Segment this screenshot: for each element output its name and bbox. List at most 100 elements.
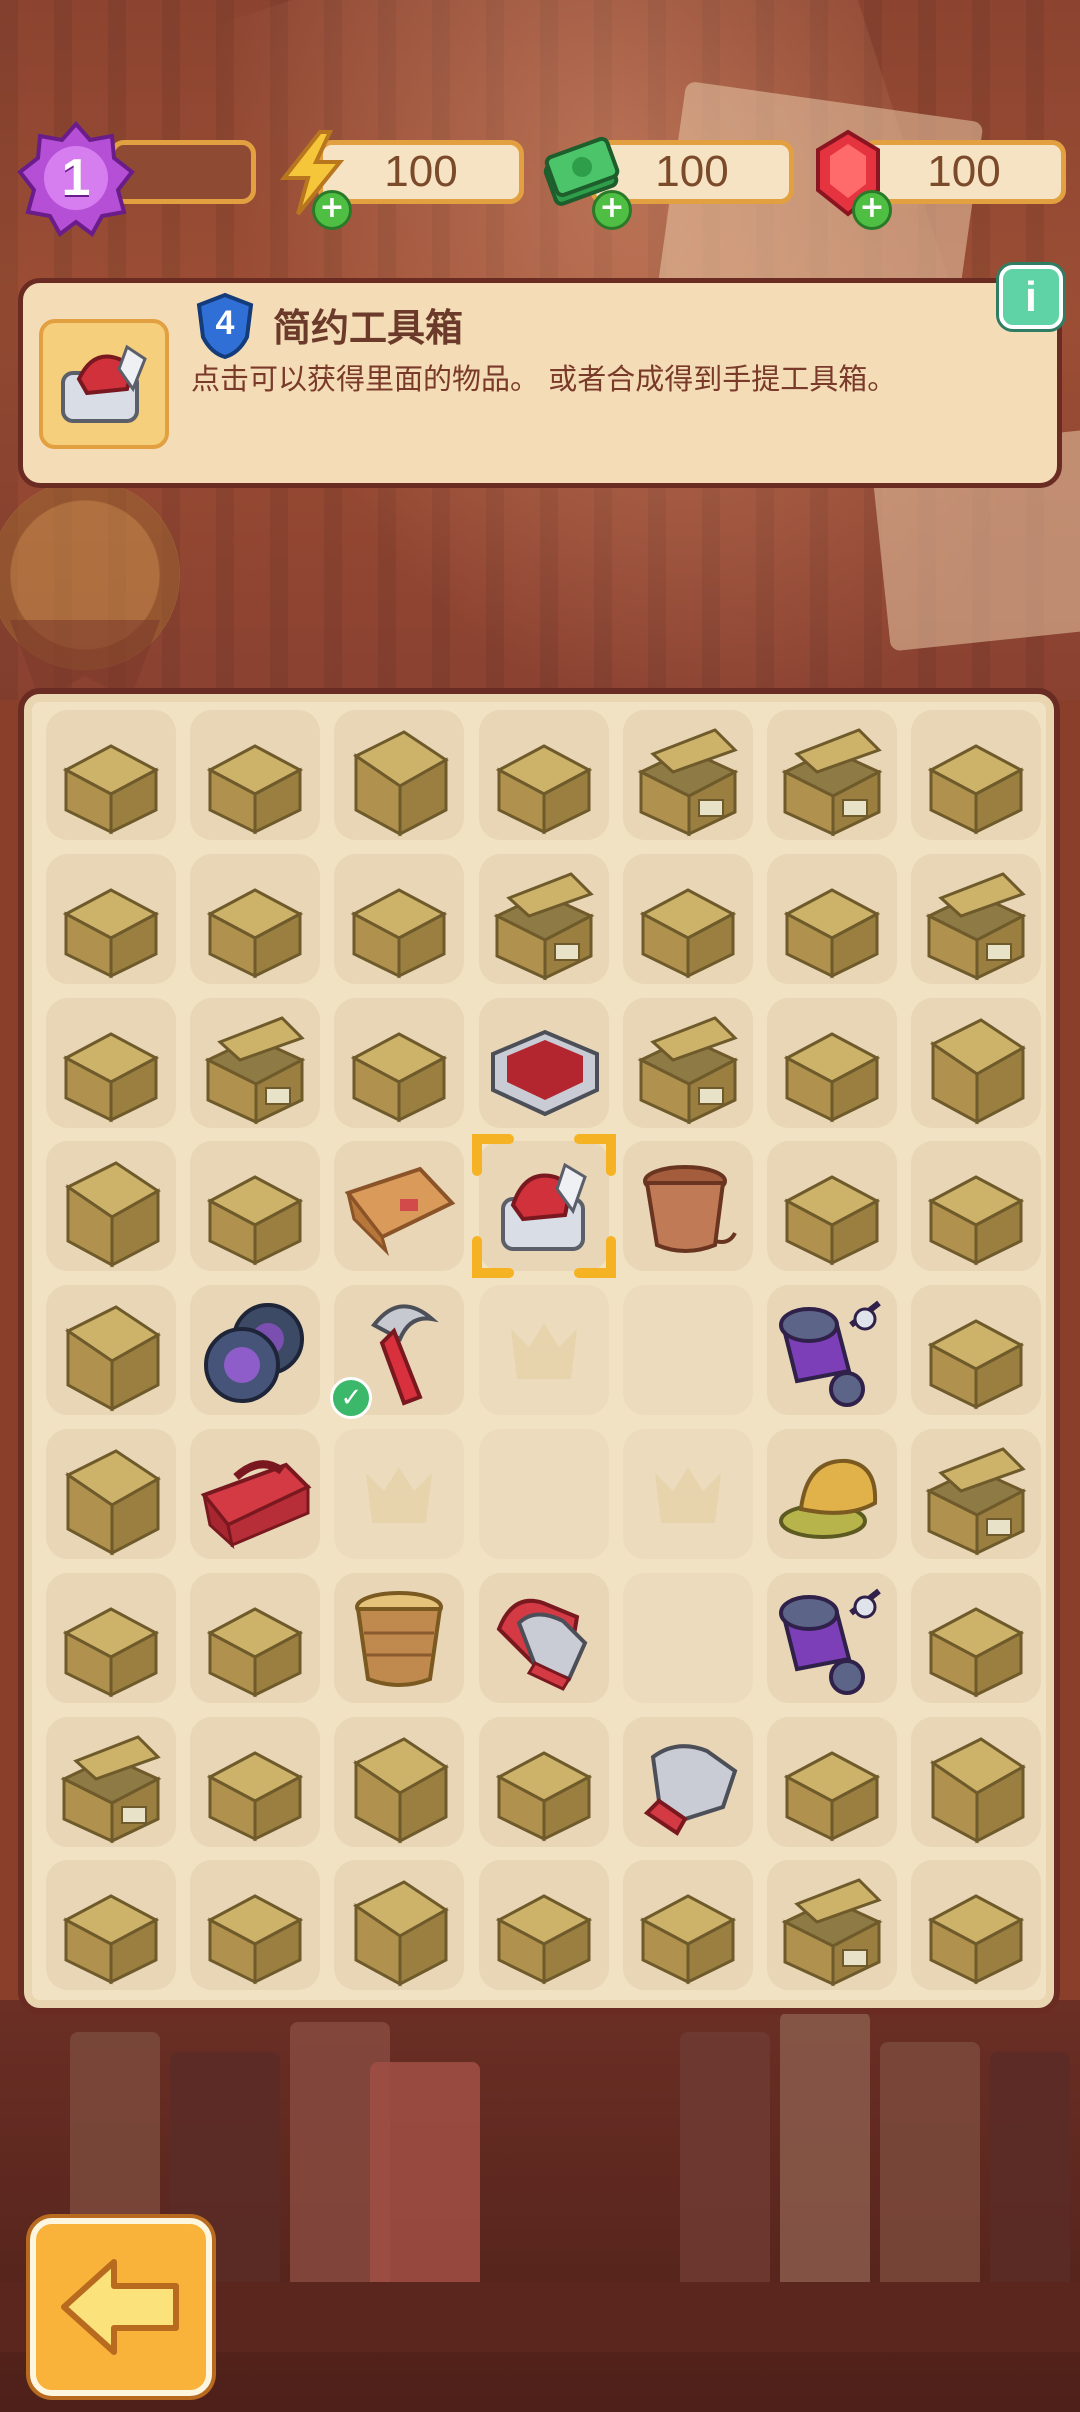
box-icon	[351, 1031, 448, 1122]
board-cell-box-tall[interactable]	[911, 1716, 1042, 1847]
board-cell-toolbox-red[interactable]	[190, 1429, 321, 1559]
board-cell-box-tall[interactable]	[46, 1429, 176, 1559]
board-cell-wallet[interactable]	[334, 1141, 465, 1272]
gloves-icon	[496, 1598, 587, 1691]
gems-counter: 100	[862, 140, 1066, 204]
board-cell-tires[interactable]	[190, 1285, 321, 1416]
board-cell-box-open[interactable]	[911, 1429, 1042, 1559]
player-level: 1	[61, 149, 91, 207]
board-cell-box-open[interactable]	[46, 1716, 176, 1847]
box-icon	[783, 1750, 881, 1841]
board-cell-box[interactable]	[767, 997, 897, 1128]
box-tall-icon	[930, 1736, 1027, 1844]
board-cell-box[interactable]	[911, 1141, 1042, 1272]
box-icon	[928, 1894, 1025, 1985]
board-cell-box[interactable]	[46, 853, 176, 984]
box-icon	[928, 1175, 1025, 1266]
board-cell-box-tall[interactable]	[46, 1285, 176, 1416]
board-cell-box-open[interactable]	[911, 853, 1042, 984]
board-cell-box[interactable]	[190, 853, 321, 984]
board-cell-box[interactable]	[46, 1572, 176, 1703]
board-cell-box-open[interactable]	[190, 997, 321, 1128]
board-cell-box-tall[interactable]	[334, 710, 465, 840]
board-cell-pot-brown[interactable]	[622, 1141, 753, 1272]
tires-icon	[204, 1303, 305, 1404]
board-cell-box[interactable]	[334, 997, 465, 1128]
board-cell-box[interactable]	[46, 997, 176, 1128]
cash-add-button[interactable]: +	[592, 190, 632, 230]
wallet-icon	[345, 1167, 456, 1257]
board-cell-empty-crown[interactable]	[478, 1285, 609, 1416]
board-cell-box-open[interactable]	[767, 1860, 897, 1991]
box-icon	[207, 1607, 304, 1698]
board-cell-box-open[interactable]	[478, 853, 609, 984]
selection-frame	[471, 1134, 616, 1279]
board-cell-box-open[interactable]	[622, 710, 753, 840]
board-cell-box[interactable]	[190, 1572, 321, 1703]
box-icon	[783, 1175, 881, 1266]
box-icon	[62, 1894, 160, 1985]
board-cell-box[interactable]	[46, 710, 176, 840]
box-open-icon	[204, 1015, 306, 1124]
board-cell-box[interactable]	[334, 853, 465, 984]
board-cell-box-tall[interactable]	[334, 1860, 465, 1991]
board-cell-box[interactable]	[190, 1141, 321, 1272]
box-icon	[783, 1031, 881, 1122]
board-cell-cap[interactable]	[767, 1429, 897, 1559]
box-icon	[495, 744, 592, 835]
board-cell-box[interactable]	[911, 1572, 1042, 1703]
board-cell-box[interactable]	[911, 1285, 1042, 1416]
box-icon	[62, 1031, 160, 1122]
item-level: 4	[215, 303, 235, 342]
board-cell-box[interactable]	[767, 1141, 897, 1272]
board-cell-tray[interactable]	[478, 997, 609, 1128]
back-button[interactable]	[30, 2218, 212, 2396]
board-cell-box[interactable]	[767, 1716, 897, 1847]
board-cell-box[interactable]	[478, 710, 609, 840]
board-cell-empty[interactable]	[478, 1429, 609, 1559]
board-cell-scooter[interactable]	[767, 1285, 897, 1416]
board-cell-box-tall[interactable]	[911, 997, 1042, 1128]
board-cell-glove[interactable]	[622, 1716, 753, 1847]
board-cell-box[interactable]	[622, 1860, 753, 1991]
merge-board: ✓	[18, 688, 1060, 2014]
box-icon	[639, 888, 736, 979]
board-cell-box[interactable]	[767, 853, 897, 984]
item-description: 点击可以获得里面的物品。 或者合成得到手提工具箱。	[191, 362, 897, 396]
board-cell-box-open[interactable]	[767, 710, 897, 840]
board-cell-scooter[interactable]	[767, 1572, 897, 1703]
empty-crown-icon	[654, 1467, 721, 1523]
board-cell-empty-crown[interactable]	[622, 1429, 753, 1559]
energy-add-button[interactable]: +	[312, 190, 352, 230]
box-icon	[928, 744, 1025, 835]
board-cell-empty[interactable]	[622, 1285, 753, 1416]
board-cell-box[interactable]	[190, 710, 321, 840]
cap-icon	[779, 1458, 878, 1539]
board-cell-basket[interactable]	[334, 1572, 465, 1703]
board-cell-box[interactable]	[190, 1860, 321, 1991]
box-open-icon	[637, 1015, 739, 1124]
pot-brown-icon	[642, 1165, 737, 1254]
board-cell-box[interactable]	[46, 1860, 176, 1991]
info-icon[interactable]: i	[999, 265, 1063, 329]
board-cell-empty[interactable]	[622, 1572, 753, 1703]
board-cell-gloves[interactable]	[478, 1572, 609, 1703]
item-info-panel: 4 简约工具箱 点击可以获得里面的物品。 或者合成得到手提工具箱。 i	[18, 265, 1063, 488]
board-cell-empty-crown[interactable]	[334, 1429, 465, 1559]
board-cell-box[interactable]	[911, 1860, 1042, 1991]
box-tall-icon	[65, 1449, 161, 1556]
board-cell-box-tall[interactable]	[334, 1716, 465, 1847]
board-cell-box[interactable]	[911, 710, 1042, 840]
box-icon	[62, 1607, 160, 1698]
box-icon	[207, 744, 304, 835]
item-thumbnail	[39, 319, 169, 449]
board-cell-box[interactable]	[622, 853, 753, 984]
toolbox-icon	[61, 344, 147, 423]
board-cell-axe-check[interactable]: ✓	[330, 1285, 465, 1420]
board-cell-box[interactable]	[190, 1716, 321, 1847]
gems-add-button[interactable]: +	[852, 190, 892, 230]
board-cell-box-tall[interactable]	[46, 1141, 176, 1272]
board-cell-box-open[interactable]	[622, 997, 753, 1128]
board-cell-box[interactable]	[478, 1860, 609, 1991]
board-cell-box[interactable]	[478, 1716, 609, 1847]
